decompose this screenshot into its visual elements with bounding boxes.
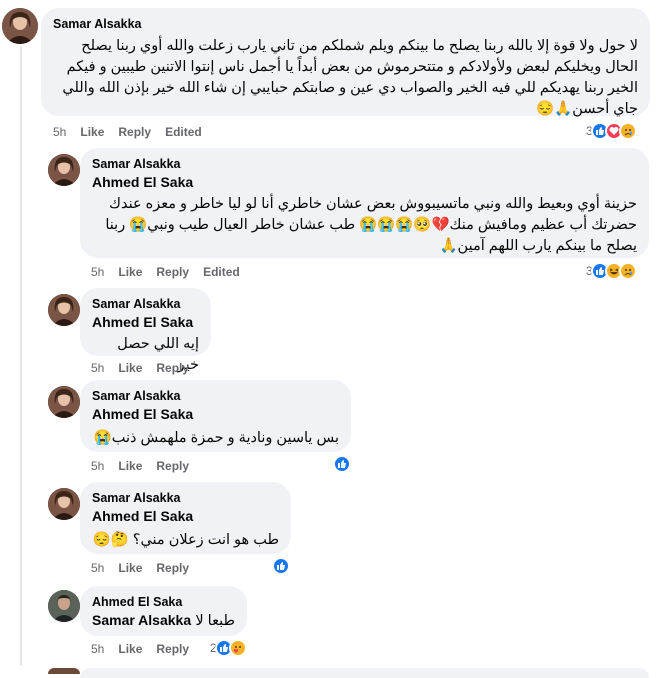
timestamp[interactable]: 5h bbox=[91, 459, 104, 473]
like-button[interactable]: Like bbox=[118, 265, 142, 279]
mention-tag[interactable]: Ahmed El Saka bbox=[92, 313, 199, 332]
reaction-summary[interactable]: 3 bbox=[586, 122, 637, 140]
like-button[interactable]: Like bbox=[80, 125, 104, 139]
comment-bubble: Samar Alsakka Ahmed El Saka بس ياسين ونا… bbox=[80, 380, 351, 452]
edited-label[interactable]: Edited bbox=[203, 265, 240, 279]
comment-text: طبعا لا bbox=[195, 613, 235, 629]
comment-text: حزينة أوي وبعيط والله ونبي ماتسيبووش بعض… bbox=[105, 196, 637, 254]
like-icon[interactable] bbox=[333, 455, 351, 473]
like-button[interactable]: Like bbox=[118, 361, 142, 375]
reply-button[interactable]: Reply bbox=[118, 125, 151, 139]
mention-tag[interactable]: Ahmed El Saka bbox=[92, 507, 279, 526]
reply-button[interactable]: Reply bbox=[156, 459, 189, 473]
avatar[interactable] bbox=[48, 590, 80, 622]
timestamp[interactable]: 5h bbox=[91, 265, 104, 279]
comment-bubble: Ahmed El Saka Samar Alsakka طبعا لا bbox=[80, 586, 247, 636]
avatar[interactable] bbox=[48, 294, 80, 326]
like-button[interactable]: Like bbox=[118, 642, 142, 656]
reply-button[interactable]: Reply bbox=[156, 561, 189, 575]
mention-tag[interactable]: Samar Alsakka bbox=[92, 611, 191, 630]
avatar[interactable] bbox=[48, 154, 80, 186]
comment-actions: 5h Like Reply Edited bbox=[53, 125, 216, 139]
author-name[interactable]: Samar Alsakka bbox=[53, 16, 638, 32]
comment-actions: 5h Like Reply Edited bbox=[91, 265, 254, 279]
comment-bubble: Samar Alsakka لا حول ولا قوة إلا بالله ر… bbox=[41, 8, 650, 117]
reaction-summary[interactable]: 3 bbox=[586, 262, 637, 280]
reply-button[interactable]: Reply bbox=[156, 642, 189, 656]
thread-line bbox=[20, 46, 22, 666]
avatar[interactable] bbox=[48, 488, 80, 520]
next-avatar bbox=[48, 668, 80, 674]
author-name[interactable]: Samar Alsakka bbox=[92, 296, 199, 312]
timestamp[interactable]: 5h bbox=[53, 125, 66, 139]
next-comment-bubble bbox=[80, 668, 649, 678]
like-button[interactable]: Like bbox=[118, 561, 142, 575]
author-name[interactable]: Samar Alsakka bbox=[92, 388, 339, 404]
comment-actions: 5h Like Reply bbox=[91, 361, 203, 375]
timestamp[interactable]: 5h bbox=[91, 561, 104, 575]
reaction-summary[interactable]: 2 bbox=[210, 639, 247, 657]
comment-actions: 5h Like Reply bbox=[91, 459, 203, 473]
sad-icon bbox=[618, 262, 637, 280]
timestamp[interactable]: 5h bbox=[91, 642, 104, 656]
comment-text: لا حول ولا قوة إلا بالله ربنا يصلح ما بي… bbox=[62, 38, 638, 117]
like-button[interactable]: Like bbox=[118, 459, 142, 473]
edited-label[interactable]: Edited bbox=[165, 125, 202, 139]
author-name[interactable]: Samar Alsakka bbox=[92, 490, 279, 506]
reply-button[interactable]: Reply bbox=[156, 265, 189, 279]
comment-text: طب هو انت زعلان مني؟ 🤔😔 bbox=[92, 532, 279, 548]
avatar[interactable] bbox=[2, 8, 38, 44]
comment-text: بس ياسين ونادية و حمزة ملهمش ذنب😭 bbox=[93, 430, 339, 446]
timestamp[interactable]: 5h bbox=[91, 361, 104, 375]
reply-button[interactable]: Reply bbox=[156, 361, 189, 375]
comment-bubble: Samar Alsakka Ahmed El Saka طب هو انت زع… bbox=[80, 482, 291, 554]
avatar[interactable] bbox=[48, 386, 80, 418]
care-icon bbox=[228, 639, 247, 657]
sad-icon bbox=[618, 122, 637, 140]
author-name[interactable]: Samar Alsakka bbox=[92, 156, 637, 172]
like-icon[interactable] bbox=[272, 557, 290, 575]
comment-actions: 5h Like Reply bbox=[91, 561, 203, 575]
comment-bubble: Samar Alsakka Ahmed El Saka إيه اللي حصل… bbox=[80, 288, 211, 373]
comment-bubble: Samar Alsakka Ahmed El Saka حزينة أوي وب… bbox=[80, 148, 649, 258]
author-name[interactable]: Ahmed El Saka bbox=[92, 594, 235, 610]
mention-tag[interactable]: Ahmed El Saka bbox=[92, 405, 339, 424]
mention-tag[interactable]: Ahmed El Saka bbox=[92, 173, 637, 192]
comment-actions: 5h Like Reply bbox=[91, 642, 203, 656]
